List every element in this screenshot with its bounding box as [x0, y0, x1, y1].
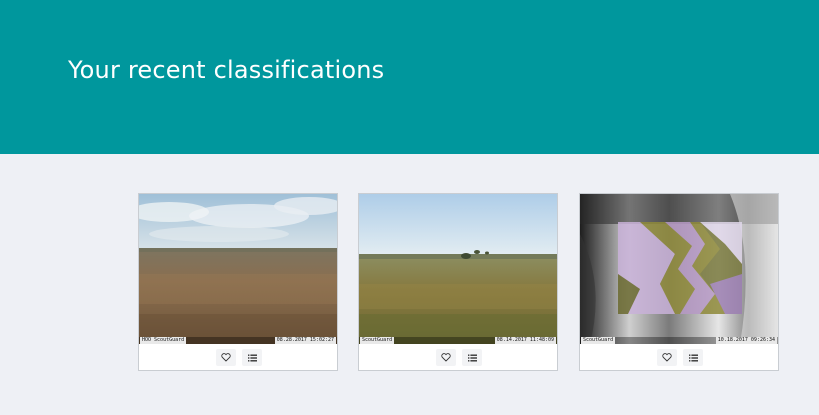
capture-timestamp: 10.18.2017 09:26:34	[715, 337, 777, 344]
camera-label: ScoutGuard	[360, 337, 395, 344]
add-to-collection-button[interactable]	[462, 349, 482, 366]
add-to-collection-button[interactable]	[242, 349, 262, 366]
favorite-button[interactable]	[216, 349, 236, 366]
camera-label: ScoutGuard	[581, 337, 616, 344]
animal-closeup-photo	[580, 194, 778, 344]
classification-thumbnail[interactable]: ScoutGuard 10.18.2017 09:26:34	[580, 194, 778, 344]
capture-timestamp: 08.14.2017 11:48:09	[494, 337, 556, 344]
page-title: Your recent classifications	[68, 56, 385, 84]
savanna-photo	[359, 194, 557, 344]
classification-card[interactable]: HOO ScoutGuard 08.28.2017 15:02:27	[138, 193, 338, 371]
heart-icon	[662, 353, 672, 362]
classification-card[interactable]: ScoutGuard 08.14.2017 11:48:09	[358, 193, 558, 371]
favorite-button[interactable]	[436, 349, 456, 366]
heart-icon	[441, 353, 451, 362]
classification-thumbnail[interactable]: ScoutGuard 08.14.2017 11:48:09	[359, 194, 557, 344]
add-to-collection-button[interactable]	[683, 349, 703, 366]
classification-card[interactable]: ScoutGuard 10.18.2017 09:26:34	[579, 193, 779, 371]
capture-timestamp: 08.28.2017 15:02:27	[274, 337, 336, 344]
list-icon	[467, 354, 477, 361]
savanna-photo	[139, 194, 337, 344]
list-icon	[688, 354, 698, 361]
favorite-button[interactable]	[657, 349, 677, 366]
card-actions	[580, 344, 778, 370]
list-icon	[247, 354, 257, 361]
heart-icon	[221, 353, 231, 362]
page-header: Your recent classifications	[0, 0, 819, 154]
card-actions	[139, 344, 337, 370]
camera-label: HOO ScoutGuard	[140, 337, 187, 344]
card-actions	[359, 344, 557, 370]
classification-thumbnail[interactable]: HOO ScoutGuard 08.28.2017 15:02:27	[139, 194, 337, 344]
